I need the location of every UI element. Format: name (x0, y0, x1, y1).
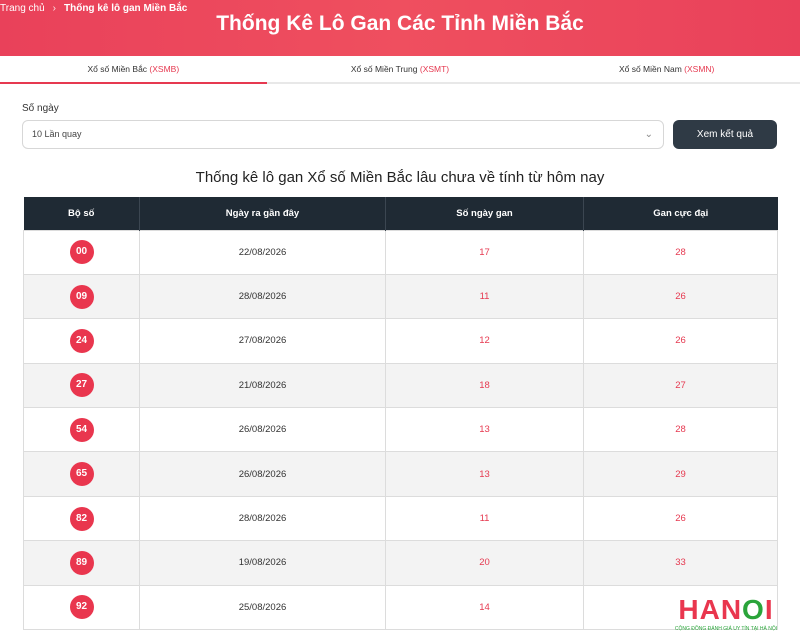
number-ball: 54 (69, 417, 94, 442)
table-row: 24 27/08/2026 12 26 (23, 318, 778, 364)
gan-days-cell: 12 (385, 318, 584, 364)
number-ball: 09 (69, 284, 94, 309)
logo-wordmark: HANOI (678, 594, 774, 625)
number-cell: 82 (23, 495, 140, 542)
section-title: Thống kê lô gan Xổ số Miền Bắc lâu chưa … (195, 169, 605, 186)
tab-code: (XSMN) (684, 64, 715, 74)
header-gan-days: Số ngày gan (385, 197, 584, 230)
table-row: 82 28/08/2026 11 26 (23, 495, 778, 542)
gan-days-cell: 11 (385, 273, 584, 320)
max-gan-cell: 27 (583, 362, 778, 409)
table-row: 54 26/08/2026 13 28 (23, 407, 778, 453)
header-number: Bộ số (23, 197, 140, 230)
number-ball: 00 (69, 240, 94, 265)
max-gan-cell: 28 (583, 229, 778, 275)
table-row: 65 26/08/2026 13 29 (23, 451, 778, 497)
lo-gan-table: Bộ số Ngày ra gần đây Số ngày gan Gan cự… (23, 197, 778, 631)
gan-days-cell: 17 (385, 229, 584, 275)
max-gan-cell: 28 (583, 407, 778, 453)
table-header-row: Bộ số Ngày ra gần đây Số ngày gan Gan cự… (23, 197, 778, 230)
region-tabs: Xổ số Miền Bắc (XSMB) Xổ số Miền Trung (… (0, 56, 800, 84)
page-header-banner: Trang chủ › Thống kê lô gan Miền Bắc Thố… (0, 0, 800, 56)
max-gan-cell: 33 (583, 540, 778, 586)
chevron-down-icon: ⌄ (644, 129, 653, 140)
max-gan-cell: 26 (583, 318, 778, 364)
page-title: Thống Kê Lô Gan Các Tỉnh Miền Bắc (216, 12, 584, 35)
number-cell: 65 (23, 451, 140, 497)
recent-date-cell: 26/08/2026 (139, 451, 386, 497)
table-row: 89 19/08/2026 20 33 (23, 540, 778, 586)
tab-label: Xổ số Miền Nam (618, 64, 685, 74)
number-cell: 24 (23, 318, 140, 364)
number-ball: 24 (69, 328, 94, 353)
number-ball: 65 (69, 462, 94, 487)
number-cell: 09 (23, 273, 140, 320)
recent-date-cell: 25/08/2026 (139, 584, 386, 631)
recent-date-cell: 27/08/2026 (139, 318, 386, 364)
number-cell: 00 (23, 229, 140, 275)
number-ball: 92 (69, 595, 94, 620)
recent-date-cell: 26/08/2026 (139, 407, 386, 453)
max-gan-cell: 26 (583, 273, 778, 320)
header-max-gan: Gan cực đại (583, 197, 778, 230)
days-select[interactable]: 10 Lần quay ⌄ (22, 120, 664, 149)
gan-days-cell: 18 (385, 362, 584, 409)
logo-tagline: CỘNG ĐỒNG ĐÁNH GIÁ UY TÍN TẠI HÀ NỘI (674, 626, 778, 632)
table-row: 00 22/08/2026 17 28 (23, 229, 778, 275)
view-results-button[interactable]: Xem kết quả (673, 120, 777, 149)
table-row: 09 28/08/2026 11 26 (23, 273, 778, 320)
tab-label: Xổ số Miền Bắc (87, 64, 150, 74)
days-label: Số ngày (22, 103, 59, 114)
number-cell: 92 (23, 584, 140, 631)
gan-days-cell: 20 (385, 540, 584, 586)
table-row: 27 21/08/2026 18 27 (23, 362, 778, 409)
number-ball: 89 (69, 550, 94, 575)
max-gan-cell: 26 (583, 495, 778, 542)
tab-label: Xổ số Miền Trung (350, 64, 420, 74)
header-recent-date: Ngày ra gần đây (139, 197, 386, 230)
gan-days-cell: 13 (385, 451, 584, 497)
number-cell: 89 (23, 540, 140, 586)
tab-xsmb[interactable]: Xổ số Miền Bắc (XSMB) (0, 56, 267, 84)
recent-date-cell: 28/08/2026 (139, 273, 386, 320)
gan-days-cell: 11 (385, 495, 584, 542)
number-cell: 27 (23, 362, 140, 409)
gan-days-cell: 13 (385, 407, 584, 453)
hanoi-logo: HANOI CỘNG ĐỒNG ĐÁNH GIÁ UY TÍN TẠI HÀ N… (664, 596, 788, 636)
recent-date-cell: 28/08/2026 (139, 495, 386, 542)
gan-days-cell: 14 (385, 584, 584, 631)
number-cell: 54 (23, 407, 140, 453)
tab-code: (XSMT) (419, 64, 450, 74)
tab-code: (XSMB) (149, 64, 180, 74)
tab-xsmn[interactable]: Xổ số Miền Nam (XSMN) (533, 56, 800, 84)
recent-date-cell: 22/08/2026 (139, 229, 386, 275)
recent-date-cell: 19/08/2026 (139, 540, 386, 586)
recent-date-cell: 21/08/2026 (139, 362, 386, 409)
max-gan-cell: 29 (583, 451, 778, 497)
number-ball: 82 (69, 506, 94, 531)
number-ball: 27 (69, 373, 94, 398)
days-select-value: 10 Lần quay (32, 129, 82, 139)
tab-xsmt[interactable]: Xổ số Miền Trung (XSMT) (266, 56, 534, 84)
